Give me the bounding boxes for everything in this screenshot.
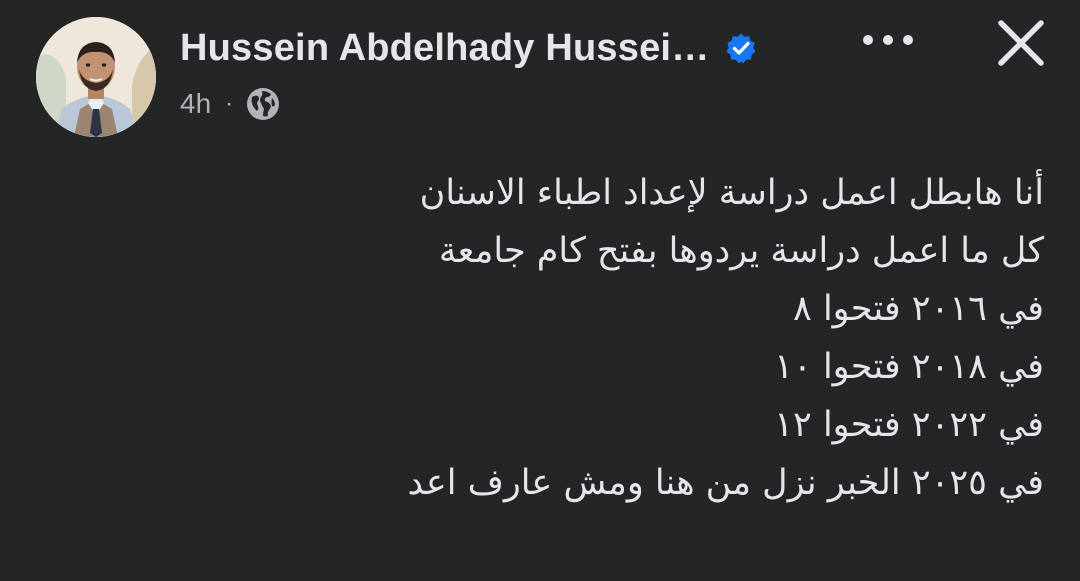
more-options-icon [863,35,913,45]
post-body-line: كل ما اعمل دراسة يردوها بفتح كام جامعة [438,231,1044,271]
post-body-line: في ٢٠٢٢ فتحوا ١٢ [774,405,1044,445]
post-body-line: أنا هابطل اعمل دراسة لإعداد اطباء الاسنا… [419,173,1044,213]
author-name[interactable]: Hussein Abdelhady Hussei… [180,27,709,70]
close-icon [998,20,1044,66]
close-button[interactable] [990,12,1052,74]
verified-badge-icon [723,30,759,66]
post-body-line: في ٢٠١٦ فتحوا ٨ [793,289,1044,329]
post-meta: 4h · [180,84,281,124]
meta-separator: · [225,90,234,117]
post-header: Hussein Abdelhady Hussei… 4h · [0,0,1080,150]
avatar-photo [36,17,156,137]
post-body-line: في ٢٠٢٥ الخبر نزل من هنا ومش عارف اعد [407,463,1044,503]
author-row: Hussein Abdelhady Hussei… [180,22,759,74]
post-body-line: في ٢٠١٨ فتحوا ١٠ [774,347,1044,387]
author-avatar[interactable] [36,17,156,137]
post-body: أنا هابطل اعمل دراسة لإعداد اطباء الاسنا… [244,164,1044,512]
more-options-button[interactable] [856,18,920,62]
post-timestamp[interactable]: 4h [180,88,211,120]
globe-icon[interactable] [245,86,281,122]
